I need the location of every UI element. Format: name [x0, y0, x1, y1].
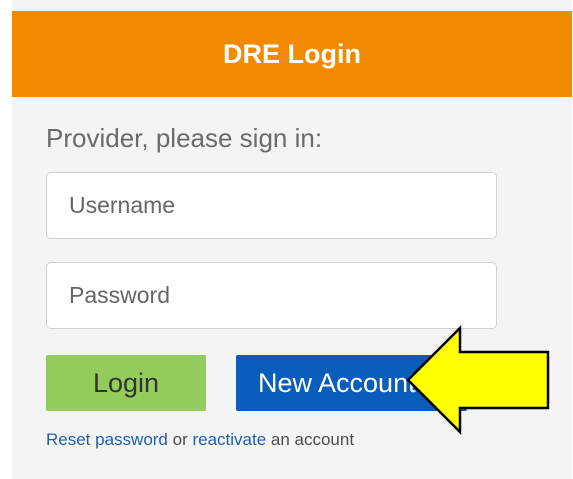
sign-in-prompt: Provider, please sign in:: [46, 123, 323, 153]
reset-password-link[interactable]: Reset password: [46, 430, 168, 449]
password-field[interactable]: [46, 262, 497, 329]
account-links: Reset password or reactivate an account: [46, 430, 354, 450]
or-text: or: [167, 430, 193, 449]
an-account-text: an account: [266, 430, 355, 449]
page-title: DRE Login: [223, 38, 361, 69]
login-button[interactable]: Login: [46, 355, 206, 411]
arrow-left-icon: [406, 325, 550, 435]
username-input[interactable]: [67, 191, 496, 220]
login-header: DRE Login: [12, 11, 572, 97]
username-field[interactable]: [46, 172, 497, 239]
reactivate-link[interactable]: reactivate: [192, 430, 266, 449]
password-input[interactable]: [67, 281, 496, 310]
